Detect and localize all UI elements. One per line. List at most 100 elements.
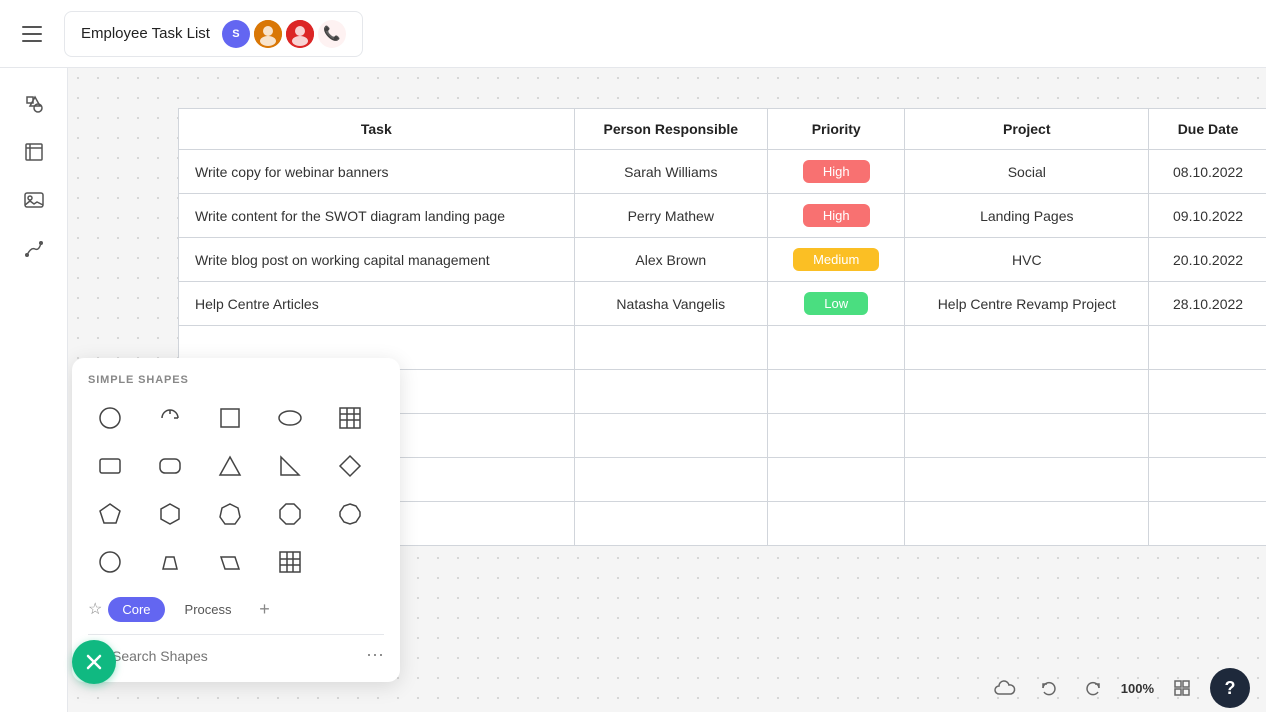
project-cell: Help Centre Revamp Project	[905, 282, 1149, 326]
col-priority: Priority	[767, 109, 905, 150]
priority-cell: High	[767, 150, 905, 194]
project-cell	[905, 326, 1149, 370]
shape-ellipse[interactable]	[268, 396, 312, 440]
priority-cell: Medium	[767, 238, 905, 282]
table-row: Help Centre Articles Natasha Vangelis Lo…	[179, 282, 1266, 326]
project-cell	[905, 370, 1149, 414]
person-cell	[574, 326, 767, 370]
avatar-s: S	[222, 20, 250, 48]
project-cell: Social	[905, 150, 1149, 194]
shape-triangle[interactable]	[208, 444, 252, 488]
avatars-group: S 📞	[222, 20, 346, 48]
priority-cell	[767, 502, 905, 546]
fab-close-button[interactable]	[72, 640, 116, 684]
favorites-icon[interactable]: ☆	[88, 599, 102, 619]
add-tab-button[interactable]: +	[252, 596, 278, 622]
due-cell	[1149, 502, 1266, 546]
shape-diamond[interactable]	[328, 444, 372, 488]
cloud-icon[interactable]	[989, 672, 1021, 704]
task-cell: Write content for the SWOT diagram landi…	[179, 194, 575, 238]
undo-button[interactable]	[1033, 672, 1065, 704]
priority-cell	[767, 326, 905, 370]
title-pill: Employee Task List S 📞	[64, 11, 363, 57]
project-cell: HVC	[905, 238, 1149, 282]
redo-button[interactable]	[1077, 672, 1109, 704]
project-cell	[905, 414, 1149, 458]
due-cell	[1149, 326, 1266, 370]
shape-rounded-rect2[interactable]	[148, 444, 192, 488]
due-cell	[1149, 414, 1266, 458]
shape-pentagon[interactable]	[88, 492, 132, 536]
shape-grid[interactable]	[268, 540, 312, 584]
search-row: ⋯	[88, 634, 384, 666]
due-cell: 28.10.2022	[1149, 282, 1266, 326]
col-task: Task	[179, 109, 575, 150]
col-project: Project	[905, 109, 1149, 150]
shape-right-triangle[interactable]	[268, 444, 312, 488]
priority-cell	[767, 370, 905, 414]
shape-circle[interactable]	[88, 396, 132, 440]
frame-tool-button[interactable]	[14, 132, 54, 172]
person-cell: Natasha Vangelis	[574, 282, 767, 326]
document-title: Employee Task List	[81, 25, 210, 42]
shape-square[interactable]	[208, 396, 252, 440]
project-cell	[905, 458, 1149, 502]
project-cell: Landing Pages	[905, 194, 1149, 238]
person-cell	[574, 502, 767, 546]
priority-badge: Low	[804, 292, 868, 315]
person-cell: Perry Mathew	[574, 194, 767, 238]
shape-parallelogram[interactable]	[208, 540, 252, 584]
shape-hexagon[interactable]	[148, 492, 192, 536]
priority-badge: Medium	[793, 248, 879, 271]
table-row: Write copy for webinar banners Sarah Wil…	[179, 150, 1266, 194]
priority-cell	[767, 414, 905, 458]
due-cell	[1149, 370, 1266, 414]
canvas[interactable]: Task Person Responsible Priority Project…	[68, 68, 1266, 712]
priority-badge: High	[803, 204, 870, 227]
shape-rounded-rect[interactable]	[88, 444, 132, 488]
draw-tool-button[interactable]	[14, 228, 54, 268]
priority-badge: High	[803, 160, 870, 183]
avatar-a	[254, 20, 282, 48]
task-cell: Help Centre Articles	[179, 282, 575, 326]
menu-button[interactable]	[16, 18, 48, 50]
shapes-section-title: SIMPLE SHAPES	[88, 374, 384, 386]
tab-process[interactable]: Process	[171, 597, 246, 622]
person-cell: Alex Brown	[574, 238, 767, 282]
person-cell	[574, 370, 767, 414]
due-cell: 09.10.2022	[1149, 194, 1266, 238]
shape-empty	[328, 540, 372, 584]
left-sidebar	[0, 68, 68, 712]
shape-heptagon[interactable]	[208, 492, 252, 536]
shape-circle2[interactable]	[88, 540, 132, 584]
shapes-panel: SIMPLE SHAPES	[72, 358, 400, 682]
zoom-label: 100%	[1121, 681, 1154, 696]
search-input[interactable]	[112, 648, 358, 664]
shape-table[interactable]	[328, 396, 372, 440]
due-cell: 20.10.2022	[1149, 238, 1266, 282]
col-person: Person Responsible	[574, 109, 767, 150]
person-cell: Sarah Williams	[574, 150, 767, 194]
table-row: Write blog post on working capital manag…	[179, 238, 1266, 282]
call-icon[interactable]: 📞	[318, 20, 346, 48]
task-cell: Write blog post on working capital manag…	[179, 238, 575, 282]
shapes-grid	[88, 396, 384, 584]
person-cell	[574, 458, 767, 502]
shape-arc[interactable]	[148, 396, 192, 440]
priority-cell	[767, 458, 905, 502]
shape-decagon[interactable]	[328, 492, 372, 536]
shape-octagon[interactable]	[268, 492, 312, 536]
image-tool-button[interactable]	[14, 180, 54, 220]
shape-trapezoid[interactable]	[148, 540, 192, 584]
help-button[interactable]: ?	[1210, 668, 1250, 708]
avatar-b	[286, 20, 314, 48]
due-cell: 08.10.2022	[1149, 150, 1266, 194]
grid-view-button[interactable]	[1166, 672, 1198, 704]
due-cell	[1149, 458, 1266, 502]
more-options-button[interactable]: ⋯	[366, 645, 384, 666]
tab-core[interactable]: Core	[108, 597, 164, 622]
shapes-tool-button[interactable]	[14, 84, 54, 124]
priority-cell: Low	[767, 282, 905, 326]
person-cell	[574, 414, 767, 458]
bottom-bar: 100% ?	[973, 664, 1266, 712]
